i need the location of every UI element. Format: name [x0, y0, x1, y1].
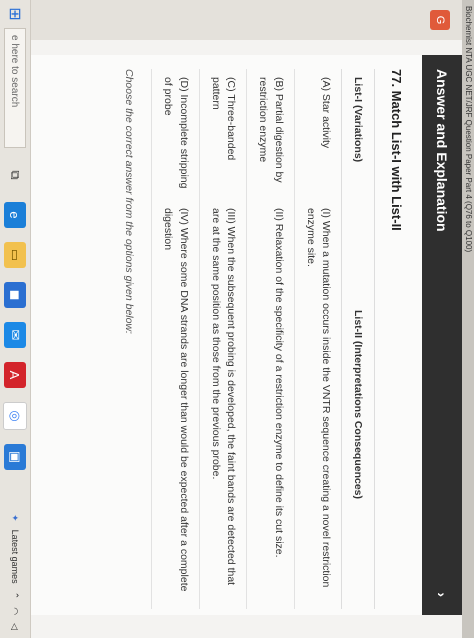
task-view-icon[interactable]: ⧉	[4, 162, 26, 188]
windows-start-icon[interactable]: ⊞	[0, 0, 30, 28]
list-2-item: (I) When a mutation occurs inside the VN…	[294, 200, 342, 609]
question-title: 77. Match List-I with List-II	[389, 69, 404, 231]
answer-instruction: Choose the correct answer from the optio…	[123, 69, 136, 334]
taskbar-search-input[interactable]: e here to search	[4, 28, 26, 148]
taskbar: ⊞ e here to search ⧉ e ▭ ◼ ✉ A ◎ ▣ ✦ Lat…	[0, 0, 31, 638]
edge-icon[interactable]: e	[4, 202, 26, 228]
match-table: List-I (Variations) List-II (Interpretat…	[151, 69, 375, 609]
answer-header-title: Answer and Explanation	[434, 69, 450, 232]
column-header-list-2: List-II (Interpretations Consequences)	[341, 200, 375, 609]
games-icon[interactable]: ✦	[10, 514, 21, 522]
search-placeholder: e here to search	[9, 35, 21, 108]
table-row: (D) Incomplete stripping of probe (IV) W…	[151, 69, 200, 609]
acrobat-icon[interactable]: A	[4, 362, 26, 388]
table-row: (B) Partial digestion by restriction enz…	[246, 69, 295, 609]
list-1-item: (B) Partial digestion by restriction enz…	[246, 69, 295, 200]
chevron-right-icon[interactable]: ›	[434, 592, 450, 597]
column-header-list-1: List-I (Variations)	[341, 69, 375, 200]
list-1-item: (C) Three-banded pattern	[199, 69, 247, 200]
browser-tab-title[interactable]: Biochemist NTA UGC NET/JRF Question Pape…	[462, 0, 474, 638]
list-2-item: (II) Relaxation of the specificity of a …	[246, 200, 295, 609]
photos-icon[interactable]: ▣	[4, 444, 26, 470]
wifi-icon[interactable]: ◠	[10, 607, 21, 615]
content-card: Answer and Explanation › 77. Match List-…	[30, 55, 462, 615]
tray-chevron-up-icon[interactable]: ⌃	[10, 592, 21, 600]
table-row: (C) Three-banded pattern (III) When the …	[199, 69, 247, 609]
system-tray: ✦ Latest games ⌃ ◠ ◁	[0, 514, 30, 630]
screen: Biochemist NTA UGC NET/JRF Question Pape…	[0, 0, 474, 638]
left-gutter: G	[30, 0, 462, 40]
store-icon[interactable]: ◼	[4, 282, 26, 308]
table-row: (A) Star activity (I) When a mutation oc…	[294, 69, 342, 609]
table-header-row: List-I (Variations) List-II (Interpretat…	[341, 69, 375, 609]
mail-icon[interactable]: ✉	[4, 322, 26, 348]
list-2-item: (III) When the subsequent probing is dev…	[199, 200, 247, 609]
list-2-item: (IV) Where some DNA strands are longer t…	[151, 200, 200, 609]
chrome-icon[interactable]: ◎	[3, 402, 27, 430]
file-explorer-icon[interactable]: ▭	[4, 242, 26, 268]
list-1-item: (A) Star activity	[294, 69, 342, 200]
volume-icon[interactable]: ◁	[10, 623, 21, 630]
app-badge-icon[interactable]: G	[430, 10, 450, 30]
list-1-item: (D) Incomplete stripping of probe	[151, 69, 200, 200]
tray-latest-games[interactable]: Latest games	[10, 530, 20, 584]
answer-explanation-header[interactable]: Answer and Explanation ›	[422, 55, 462, 615]
